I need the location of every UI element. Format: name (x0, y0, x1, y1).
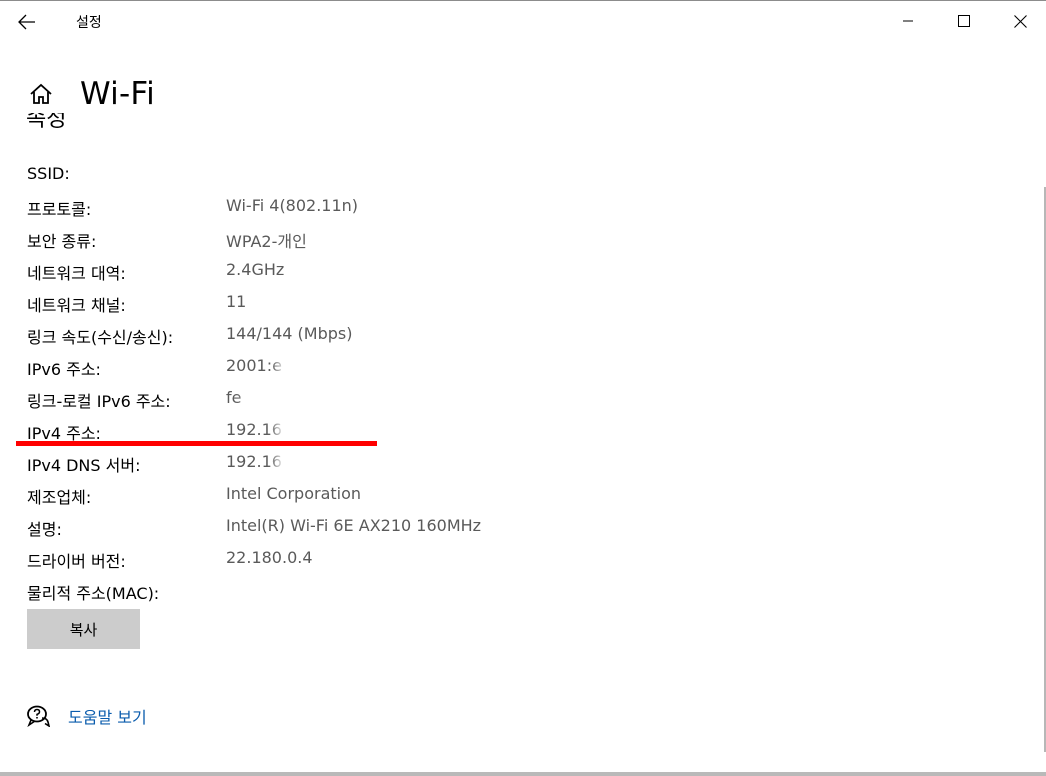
property-label: 링크-로컬 IPv6 주소: (27, 392, 171, 411)
property-label: 네트워크 대역: (27, 264, 126, 283)
privacy-blur-link-local (244, 383, 450, 417)
property-label: 설명: (27, 520, 62, 539)
maximize-button[interactable] (936, 1, 992, 41)
property-row-network-band: 네트워크 대역: 2.4GHz (27, 255, 727, 287)
help-link[interactable]: 도움말 보기 (26, 701, 147, 731)
privacy-blur-ssid (222, 161, 258, 189)
property-value: WPA2-개인 (226, 232, 307, 251)
property-label: 프로토콜: (27, 200, 92, 219)
privacy-blur-mac (220, 575, 386, 607)
property-row-link-speed: 링크 속도(수신/송신): 144/144 (Mbps) (27, 319, 727, 351)
property-label: 물리적 주소(MAC): (27, 584, 160, 603)
property-row-description: 설명: Intel(R) Wi-Fi 6E AX210 160MHz (27, 511, 727, 543)
property-label: 링크 속도(수신/송신): (27, 328, 174, 347)
privacy-blur-ipv6 (278, 349, 550, 383)
property-label: 제조업체: (27, 488, 92, 507)
property-row-security-type: 보안 종류: WPA2-개인 (27, 223, 727, 255)
property-row-manufacturer: 제조업체: Intel Corporation (27, 479, 727, 511)
page-title: Wi-Fi (80, 76, 155, 112)
close-button[interactable] (992, 1, 1046, 41)
property-value: fe (226, 388, 242, 407)
minimize-icon (903, 20, 913, 22)
property-label: IPv4 DNS 서버: (27, 456, 141, 475)
property-label: 드라이버 버전: (27, 552, 126, 571)
property-value: 192.16 (226, 420, 282, 439)
page-header: Wi-Fi (26, 71, 155, 117)
property-value: 144/144 (Mbps) (226, 324, 353, 343)
property-row-driver-version: 드라이버 버전: 22.180.0.4 (27, 543, 727, 575)
property-label: IPv6 주소: (27, 360, 101, 379)
home-button[interactable] (26, 74, 56, 114)
window-bottom-edge (0, 772, 1046, 776)
property-value: 2.4GHz (226, 260, 285, 279)
privacy-blur-ipv4 (276, 417, 352, 441)
minimize-button[interactable] (880, 1, 936, 41)
property-value: 192.16 (226, 452, 282, 471)
close-icon (1013, 14, 1027, 28)
property-value: Intel(R) Wi-Fi 6E AX210 160MHz (226, 516, 482, 535)
title-bar: 설정 (0, 1, 1046, 43)
property-row-protocol: 프로토콜: Wi-Fi 4(802.11n) (27, 191, 727, 223)
window-title: 설정 (76, 15, 102, 31)
property-row-ipv4-dns: IPv4 DNS 서버: 192.16 (27, 447, 727, 479)
chat-question-icon (27, 705, 50, 727)
back-button[interactable] (8, 5, 46, 39)
property-label: 네트워크 채널: (27, 296, 126, 315)
help-link-label[interactable]: 도움말 보기 (68, 704, 147, 728)
property-value: 11 (226, 292, 247, 311)
settings-window: 설정 Wi-Fi 속성 SSID: 프로토콜: Wi-Fi 4(802.11n)… (0, 0, 1046, 776)
copy-button[interactable]: 복사 (27, 609, 140, 649)
property-value: Wi-Fi 4(802.11n) (226, 196, 359, 215)
annotation-underline (16, 441, 377, 446)
arrow-left-icon (18, 14, 35, 30)
section-heading-clipped: 속성 (26, 113, 106, 133)
property-value: 22.180.0.4 (226, 548, 313, 567)
property-value: Intel Corporation (226, 484, 362, 503)
property-label: SSID: (27, 164, 70, 183)
property-value: 2001:e (226, 356, 282, 375)
home-icon (30, 83, 52, 104)
property-row-network-channel: 네트워크 채널: 11 (27, 287, 727, 319)
property-label: 보안 종류: (27, 232, 97, 251)
privacy-blur-dns (276, 449, 332, 477)
section-heading-text: 속성 (26, 113, 67, 132)
maximize-icon (958, 15, 970, 27)
property-row-ssid: SSID: (27, 159, 727, 191)
